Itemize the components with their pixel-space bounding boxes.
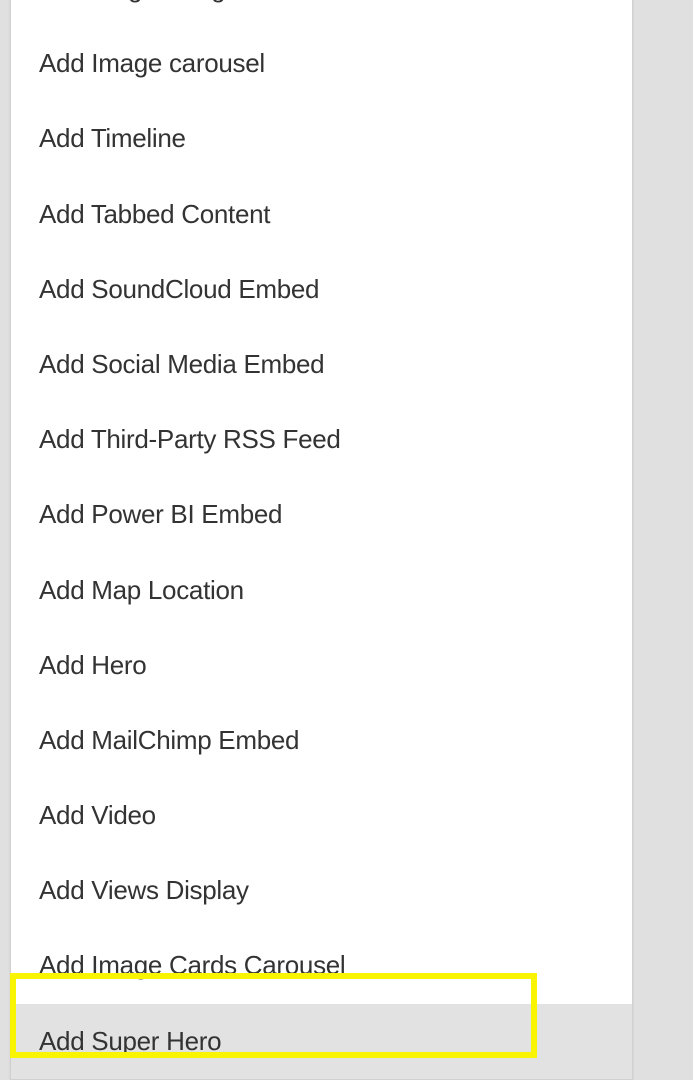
menu-item-add-third-party-rss-feed[interactable]: Add Third-Party RSS Feed (11, 402, 632, 477)
menu-item-add-timeline[interactable]: Add Timeline (11, 101, 632, 176)
menu-item-add-image-carousel[interactable]: Add Image carousel (11, 26, 632, 101)
menu-item-add-video[interactable]: Add Video (11, 778, 632, 853)
menu-item-add-social-media-embed[interactable]: Add Social Media Embed (11, 327, 632, 402)
menu-item-add-image-cards-carousel[interactable]: Add Image Cards Carousel (11, 928, 632, 1003)
menu-item-add-super-hero[interactable]: Add Super Hero (11, 1004, 632, 1079)
add-menu-panel: Add Single Image Add Image carousel Add … (10, 0, 633, 1080)
menu-item-add-views-display[interactable]: Add Views Display (11, 853, 632, 928)
page-container: Add Single Image Add Image carousel Add … (0, 0, 693, 1064)
menu-item-add-tabbed-content[interactable]: Add Tabbed Content (11, 177, 632, 252)
menu-item-add-hero[interactable]: Add Hero (11, 628, 632, 703)
menu-item-add-soundcloud-embed[interactable]: Add SoundCloud Embed (11, 252, 632, 327)
menu-item-add-mailchimp-embed[interactable]: Add MailChimp Embed (11, 703, 632, 778)
menu-item-add-power-bi-embed[interactable]: Add Power BI Embed (11, 477, 632, 552)
menu-item-add-map-location[interactable]: Add Map Location (11, 553, 632, 628)
menu-item-add-single-image[interactable]: Add Single Image (11, 0, 632, 26)
